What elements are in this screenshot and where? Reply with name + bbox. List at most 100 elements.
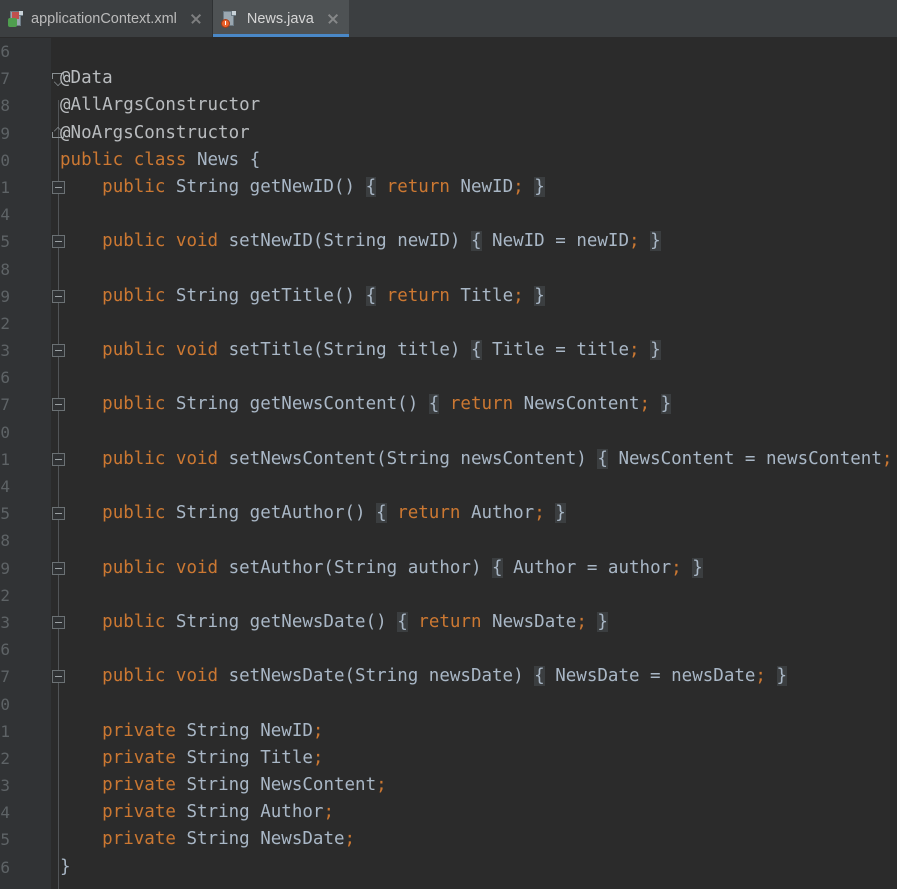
line-number: 6: [0, 640, 10, 660]
code-line[interactable]: 8: [0, 256, 897, 283]
code-line[interactable]: 6: [0, 38, 897, 65]
code-lines: 6 7 @Data 8 @AllArgsConstructor 9 @NoArgsConst…: [0, 38, 897, 881]
token: ;: [629, 231, 640, 252]
code-line[interactable]: 0: [0, 419, 897, 446]
code-line[interactable]: 6}: [0, 854, 897, 881]
line-number: 8: [0, 96, 10, 116]
token: getNewID(): [239, 176, 366, 197]
code-line[interactable]: 7 public String getNewsContent() { retur…: [0, 391, 897, 418]
code-line[interactable]: 4: [0, 201, 897, 228]
close-icon[interactable]: [189, 12, 203, 26]
java-class-file-icon: [220, 10, 237, 28]
token: }: [660, 394, 672, 415]
tab-News-java[interactable]: News.java: [212, 0, 349, 37]
token: setNewID(String newID): [218, 231, 471, 252]
code-line[interactable]: 4 private String Author;: [0, 799, 897, 826]
token: private: [102, 829, 176, 850]
xml-file-icon: [8, 10, 24, 27]
code-line[interactable]: 6: [0, 636, 897, 663]
code-line[interactable]: 7 public void setNewsDate(String newsDat…: [0, 663, 897, 690]
code-line[interactable]: 2: [0, 582, 897, 609]
tab-applicationContext-xml[interactable]: applicationContext.xml: [0, 0, 212, 37]
token: String: [175, 503, 240, 524]
code-line[interactable]: 5 public String getAuthor() { return Aut…: [0, 500, 897, 527]
code-line[interactable]: 7 @Data: [0, 65, 897, 92]
token: @NoArgsConstructor: [60, 122, 250, 143]
line-number: 7: [0, 395, 10, 415]
code-line[interactable]: 1 private String NewID;: [0, 718, 897, 745]
code-line[interactable]: 1 public String getNewID() { return NewI…: [0, 174, 897, 201]
token: void: [175, 231, 219, 252]
token: setTitle(String title): [218, 340, 471, 361]
code-text: private String Author;: [60, 799, 334, 826]
token: getAuthor(): [239, 503, 377, 524]
code-line[interactable]: 0 public class News {: [0, 147, 897, 174]
code-line[interactable]: 3 public void setTitle(String title) { T…: [0, 337, 897, 364]
line-number: 2: [0, 313, 10, 333]
code-line[interactable]: 6: [0, 364, 897, 391]
code-line[interactable]: 3 public String getNewsDate() { return N…: [0, 609, 897, 636]
code-line[interactable]: 8 @AllArgsConstructor: [0, 92, 897, 119]
code-line[interactable]: 3 private String NewsContent;: [0, 772, 897, 799]
token: }: [597, 611, 608, 632]
token: }: [534, 176, 545, 197]
code-text: @AllArgsConstructor: [60, 92, 260, 119]
code-text: private String Title;: [60, 745, 323, 772]
code-line[interactable]: 4: [0, 473, 897, 500]
token: NewsDate: [249, 829, 345, 850]
token: }: [650, 340, 661, 361]
code-line[interactable]: 0: [0, 691, 897, 718]
code-line[interactable]: 9 public void setAuthor(String author) {…: [0, 555, 897, 582]
token: ;: [534, 503, 545, 524]
code-line[interactable]: 9 @NoArgsConstructor: [0, 120, 897, 147]
code-line[interactable]: 1 public void setNewsContent(String news…: [0, 446, 897, 473]
code-editor[interactable]: 6 7 @Data 8 @AllArgsConstructor 9 @NoArgsConst…: [0, 38, 897, 889]
token: void: [175, 340, 219, 361]
line-number: 2: [0, 748, 10, 768]
code-line[interactable]: 9 public String getTitle() { return Titl…: [0, 283, 897, 310]
code-line[interactable]: 8: [0, 527, 897, 554]
code-line[interactable]: 5 private String NewsDate;: [0, 826, 897, 853]
token: }: [555, 503, 566, 524]
code-text: public String getAuthor() { return Autho…: [60, 500, 566, 527]
code-text: public String getTitle() { return Title;…: [60, 283, 545, 310]
line-number: 0: [0, 422, 10, 442]
code-line[interactable]: 2 private String Title;: [0, 745, 897, 772]
close-icon[interactable]: [326, 12, 340, 26]
line-number: 1: [0, 721, 10, 741]
code-line[interactable]: 5 public void setNewID(String newID) { N…: [0, 228, 897, 255]
code-line[interactable]: 2: [0, 310, 897, 337]
token: public: [102, 394, 166, 415]
token: ;: [576, 611, 587, 632]
line-number: 3: [0, 612, 10, 632]
token: {: [470, 231, 482, 252]
line-number: 5: [0, 504, 10, 524]
token: NewsContent = newsContent: [607, 448, 882, 469]
token: String: [186, 802, 250, 823]
line-number: 6: [0, 42, 10, 61]
token: {: [428, 394, 440, 415]
line-number: 4: [0, 477, 10, 496]
token: {: [470, 340, 482, 361]
token: NewsContent: [249, 775, 377, 796]
